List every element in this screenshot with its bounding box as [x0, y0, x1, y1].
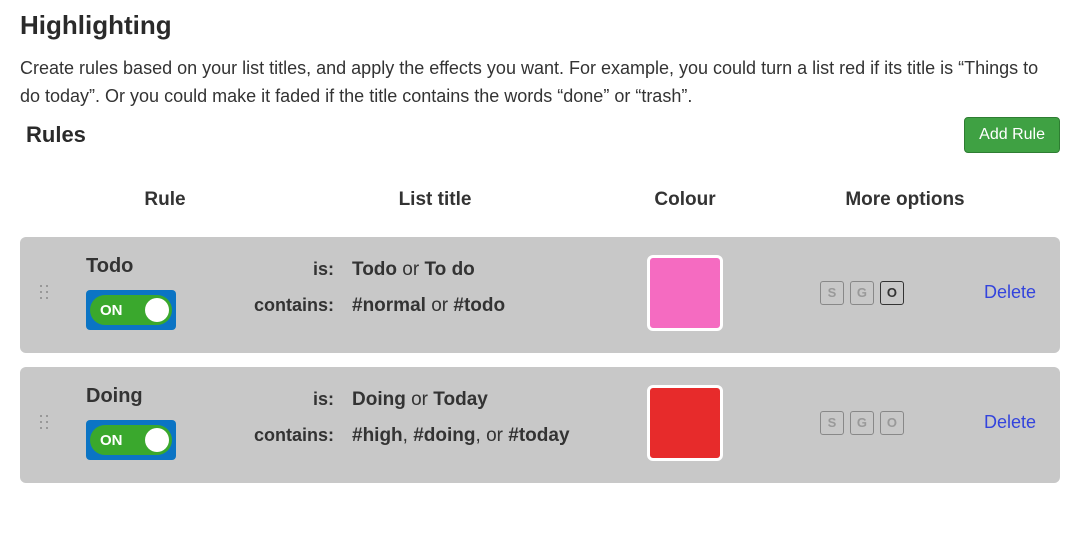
option-g-button[interactable]: G [850, 281, 874, 305]
is-label: is: [250, 389, 340, 410]
col-header-more-options: More options [750, 189, 1060, 211]
option-o-button[interactable]: O [880, 281, 904, 305]
is-value: Todo or To do [340, 259, 475, 281]
delete-rule-link[interactable]: Delete [984, 412, 1036, 433]
contains-value: #normal or #todo [340, 295, 505, 317]
option-o-button[interactable]: O [880, 411, 904, 435]
drag-handle-icon[interactable] [20, 285, 68, 300]
contains-label: contains: [250, 425, 340, 446]
list-title-cell: is: Doing or Today contains: #high, #doi… [250, 385, 620, 461]
is-label: is: [250, 259, 340, 280]
option-s-button[interactable]: S [820, 411, 844, 435]
option-s-button[interactable]: S [820, 281, 844, 305]
colour-swatch[interactable] [647, 385, 723, 461]
rule-enabled-toggle[interactable]: ON [86, 290, 176, 330]
toggle-on-label: ON [100, 302, 123, 319]
toggle-on-label: ON [100, 432, 123, 449]
rules-subheading: Rules [20, 122, 86, 148]
rule-row: Doing ON is: Doing or Today contains: #h… [20, 367, 1060, 483]
col-header-rule: Rule [80, 189, 250, 211]
rule-name: Doing [86, 385, 250, 408]
add-rule-button[interactable]: Add Rule [964, 117, 1060, 153]
rule-row: Todo ON is: Todo or To do contains: #nor… [20, 237, 1060, 353]
sgo-group: S G O [820, 281, 904, 305]
option-g-button[interactable]: G [850, 411, 874, 435]
page-description: Create rules based on your list titles, … [20, 55, 1060, 111]
rule-enabled-toggle[interactable]: ON [86, 420, 176, 460]
col-header-list-title: List title [250, 189, 620, 211]
contains-label: contains: [250, 295, 340, 316]
list-title-cell: is: Todo or To do contains: #normal or #… [250, 255, 620, 331]
page-heading: Highlighting [20, 10, 1060, 41]
is-value: Doing or Today [340, 389, 488, 411]
delete-rule-link[interactable]: Delete [984, 282, 1036, 303]
colour-swatch[interactable] [647, 255, 723, 331]
drag-handle-icon[interactable] [20, 415, 68, 430]
rule-name: Todo [86, 255, 250, 278]
rules-table-header: Rule List title Colour More options [20, 183, 1060, 237]
sgo-group: S G O [820, 411, 904, 435]
contains-value: #high, #doing, or #today [340, 425, 570, 447]
col-header-colour: Colour [620, 189, 750, 211]
